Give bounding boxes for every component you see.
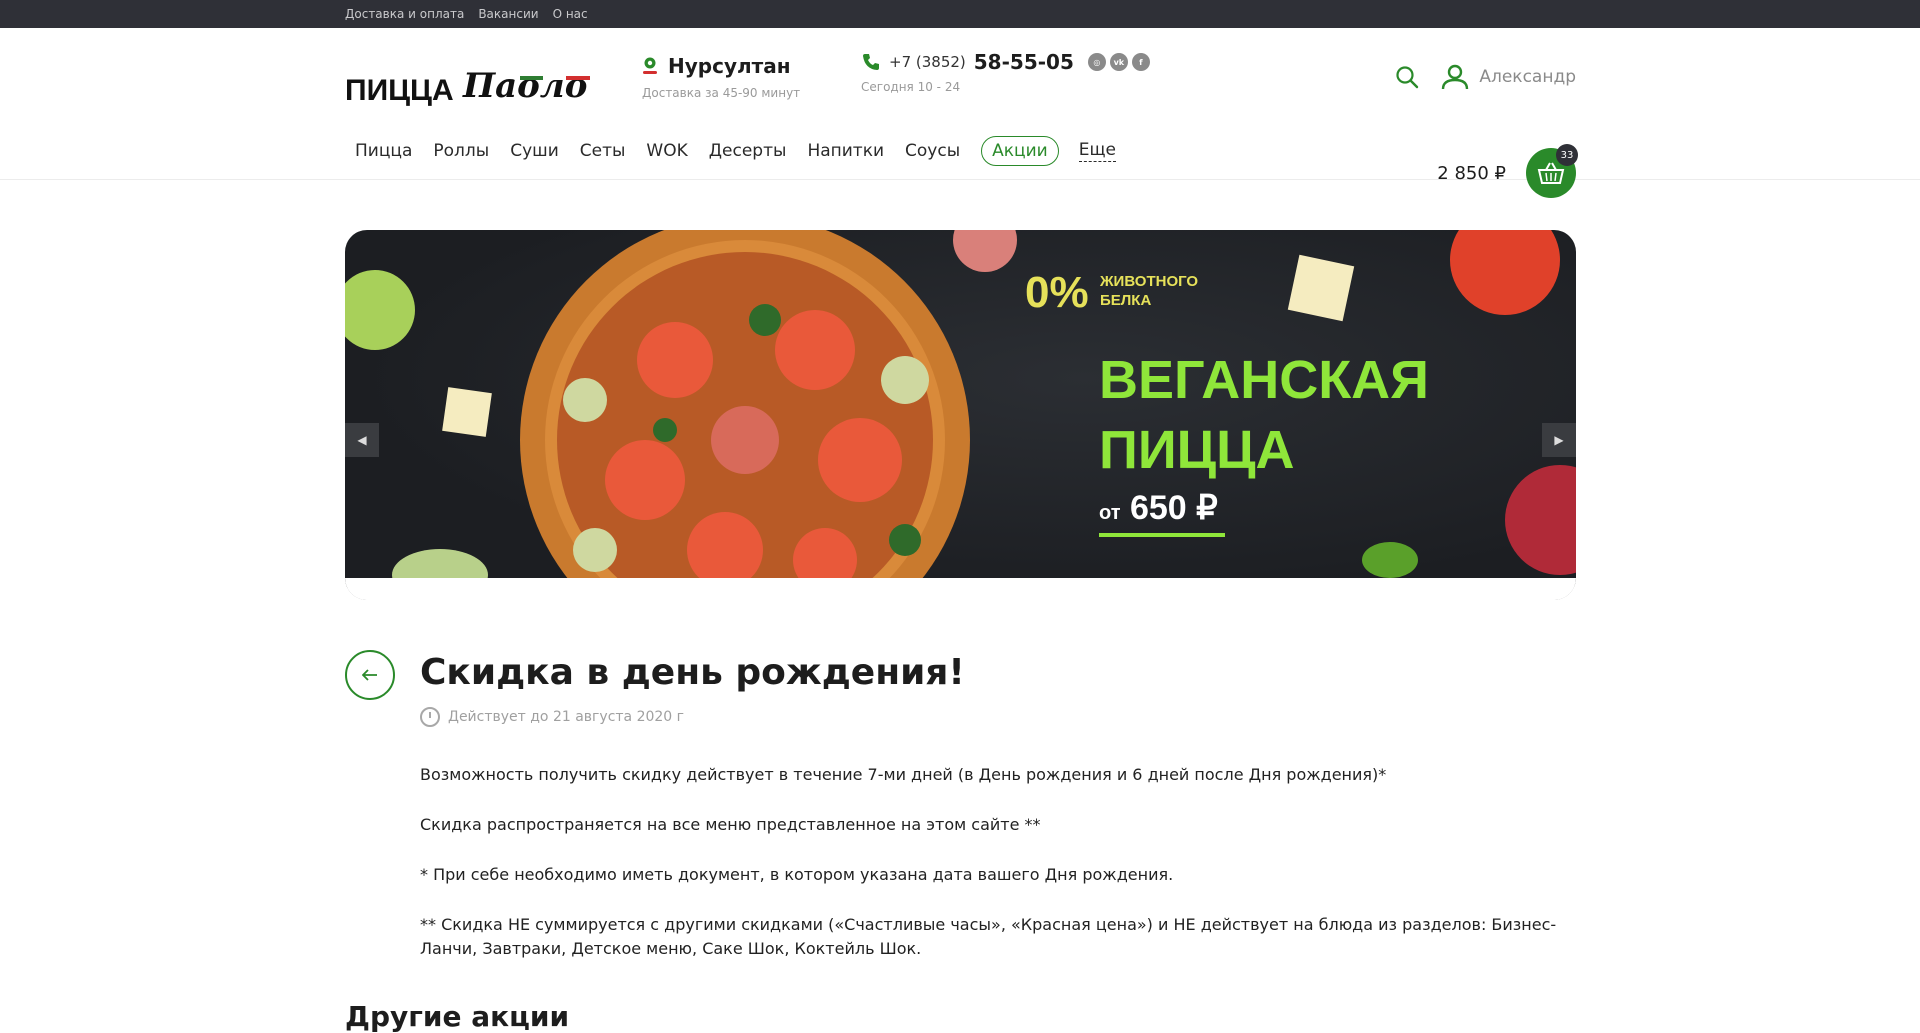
- logo[interactable]: ПИЦЦА Паоло: [345, 46, 605, 107]
- user-profile-button[interactable]: Александр: [1441, 64, 1576, 90]
- cart: 2 850 ₽ 33: [1437, 144, 1578, 198]
- topbar-links: Доставка и оплата Вакансии О нас: [345, 0, 1576, 28]
- nav-item-sushi[interactable]: Суши: [510, 141, 559, 161]
- phone-number[interactable]: 58-55-05: [974, 50, 1074, 74]
- clock-icon: [420, 707, 440, 727]
- article-paragraph: ** Скидка НЕ суммируется с другими скидк…: [420, 915, 1557, 958]
- topbar-link-about[interactable]: О нас: [553, 7, 588, 21]
- article-paragraph: Возможность получить скидку действует в …: [420, 765, 1387, 784]
- promo-article: Скидка в день рождения! Действует до 21 …: [420, 652, 1576, 961]
- arrow-left-icon: [362, 669, 377, 681]
- user-area: Александр: [1395, 64, 1576, 90]
- delivery-time: Доставка за 45-90 минут: [642, 86, 801, 100]
- cart-button[interactable]: 33: [1526, 144, 1578, 198]
- other-promos-title: Другие акции: [345, 1000, 570, 1033]
- topbar-link-vacancies[interactable]: Вакансии: [478, 7, 538, 21]
- back-button[interactable]: [345, 650, 395, 700]
- topbar-link-delivery[interactable]: Доставка и оплата: [345, 7, 464, 21]
- phone-icon: [863, 54, 879, 70]
- logo-text: ПИЦЦА: [345, 74, 454, 107]
- banner-price-prefix: от: [1099, 502, 1121, 524]
- user-icon: [1442, 64, 1469, 90]
- article-paragraph: * При себе необходимо иметь документ, в …: [420, 865, 1174, 884]
- banner-price: от 650 ₽: [1099, 488, 1218, 528]
- social-links: ◎ vk f: [1087, 53, 1150, 71]
- nav-item-desserts[interactable]: Десерты: [709, 141, 787, 161]
- banner-torn-edge: [345, 578, 1576, 600]
- nav-item-rolls[interactable]: Роллы: [433, 141, 489, 161]
- city-name: Нурсултан: [668, 54, 791, 78]
- instagram-icon[interactable]: ◎: [1087, 53, 1106, 71]
- search-icon[interactable]: [1395, 65, 1419, 89]
- cart-count-badge: 33: [1556, 144, 1578, 166]
- banner-price-value: 650 ₽: [1129, 489, 1218, 527]
- nav-item-drinks[interactable]: Напитки: [807, 141, 884, 161]
- nav-item-wok[interactable]: WOK: [646, 141, 687, 161]
- foursquare-icon[interactable]: f: [1131, 53, 1150, 71]
- banner-prev-button[interactable]: ◀: [345, 423, 379, 457]
- vk-icon[interactable]: vk: [1109, 53, 1128, 71]
- logo-flag-icon: [520, 76, 590, 80]
- nav-item-sauces[interactable]: Соусы: [905, 141, 960, 161]
- main-nav: Пицца Роллы Суши Сеты WOK Десерты Напитк…: [355, 136, 1137, 166]
- topbar: Доставка и оплата Вакансии О нас: [0, 0, 1920, 28]
- phone-block: +7 (3852) 58-55-05 ◎ vk f Сегодня 10 - 2…: [861, 50, 1150, 94]
- page-title: Скидка в день рождения!: [420, 652, 965, 693]
- banner-title: ВЕГАНСКАЯ ПИЦЦА: [1099, 350, 1429, 480]
- header: ПИЦЦА Паоло Нурсултан Доставка за 45-90 …: [0, 28, 1920, 198]
- nav-item-more[interactable]: Еще: [1078, 140, 1116, 162]
- location-pin-icon: [643, 57, 657, 74]
- promo-banner[interactable]: ◀ ▶ 0% ЖИВОТНОГО БЕЛКА ВЕГАНСКАЯ ПИЦЦА о…: [345, 230, 1576, 600]
- user-name: Александр: [1479, 67, 1576, 87]
- logo-script: Паоло: [463, 66, 588, 106]
- banner-next-button[interactable]: ▶: [1542, 423, 1576, 457]
- banner-percent: 0%: [1025, 268, 1089, 317]
- phone-prefix[interactable]: +7 (3852): [889, 53, 966, 71]
- valid-until-text: Действует до 21 августа 2020 г: [448, 709, 685, 725]
- banner-price-underline: [1099, 533, 1225, 537]
- nav-item-pizza[interactable]: Пицца: [355, 141, 412, 161]
- nav-item-sets[interactable]: Сеты: [580, 141, 626, 161]
- article-paragraph: Скидка распространяется на все меню пред…: [420, 815, 1041, 834]
- valid-until: Действует до 21 августа 2020 г: [420, 707, 1576, 727]
- nav-item-promos[interactable]: Акции: [981, 136, 1059, 166]
- city-selector[interactable]: Нурсултан Доставка за 45-90 минут: [642, 54, 800, 100]
- cart-sum: 2 850 ₽: [1437, 162, 1506, 184]
- working-hours: Сегодня 10 - 24: [861, 80, 961, 94]
- banner-percent-sub: ЖИВОТНОГО БЕЛКА: [1100, 273, 1199, 309]
